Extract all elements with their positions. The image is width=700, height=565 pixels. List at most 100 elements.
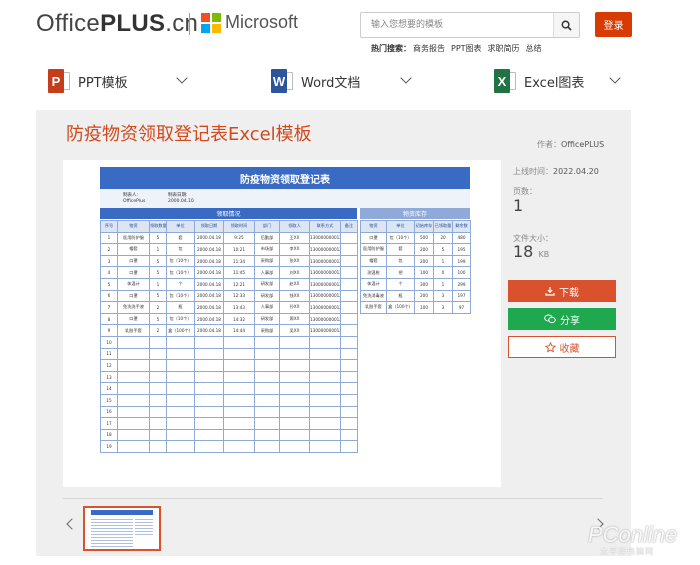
sheet-title: 防疫物资领取登记表 [100, 167, 470, 189]
officeplus-logo[interactable]: OfficePLUS.cn [36, 10, 198, 38]
sheet-info: 制表人: OfficePlus 制表日期: 2000.04.10 [100, 189, 470, 208]
search-button[interactable] [553, 13, 579, 37]
search-input[interactable] [361, 13, 554, 37]
table-cell: 钱XX [279, 289, 310, 303]
table-cell: 包 [386, 254, 415, 268]
table-cell [279, 359, 310, 372]
table-cell: 免洗消毒液 [360, 289, 387, 303]
table-cell [149, 428, 167, 442]
table-row: 15 [100, 393, 358, 407]
table-cell [149, 417, 167, 430]
table-cell [340, 370, 358, 384]
table-cell [279, 335, 310, 349]
table-cell: 吴XX [279, 324, 310, 337]
table-cell: 帽套 [360, 254, 387, 268]
table-row: 2帽套1包2000.04.1810:21市场部李XX13000000001235 [100, 243, 358, 256]
table-cell: 6 [100, 289, 118, 303]
table-cell [194, 393, 224, 407]
hot-search-item[interactable]: 总结 [526, 44, 542, 53]
table-row: 5体温计1个2000.04.1812:21研发部赵XX1300000000123… [100, 277, 358, 291]
table-row: 19 [100, 440, 358, 453]
table-header-cell: 物资 [117, 220, 150, 233]
table-cell [340, 266, 358, 279]
table-cell: 把 [386, 266, 415, 279]
favorite-button[interactable]: 收藏 [508, 336, 616, 358]
preview-thumbnail[interactable] [83, 506, 161, 551]
hot-search-item[interactable]: 求职简历 [488, 44, 520, 53]
table-cell [309, 428, 341, 442]
download-label: 下载 [559, 287, 579, 299]
table-cell: 5 [149, 266, 167, 279]
chevron-down-icon[interactable] [176, 72, 188, 84]
table-cell [340, 289, 358, 303]
table-cell [340, 347, 358, 361]
table-cell [309, 382, 341, 395]
table-cell: 口罩 [117, 289, 150, 303]
table-cell [340, 312, 358, 326]
table-cell [149, 440, 167, 453]
table-cell [149, 393, 167, 407]
chevron-down-icon[interactable] [609, 72, 621, 84]
table-cell: 周XX [279, 312, 310, 326]
table-cell: 5 [149, 254, 167, 268]
table-cell: 免洗洗手液 [117, 301, 150, 314]
publish-date: 上线时间：2022.04.20 [513, 159, 599, 178]
table-cell [254, 405, 280, 419]
table-cell [223, 428, 255, 442]
table-cell [279, 417, 310, 430]
table-cell [309, 347, 341, 361]
table-cell [309, 359, 341, 372]
nav-ppt-templates[interactable]: P PPT模板 [48, 65, 128, 97]
microsoft-logo-icon [201, 13, 221, 33]
table-cell [194, 440, 224, 453]
hot-search-item[interactable]: 商务报告 [413, 44, 445, 53]
table-cell: 8 [100, 312, 118, 326]
table-cell: 97 [452, 301, 471, 314]
chevron-down-icon[interactable] [400, 72, 412, 84]
table-row: 16 [100, 405, 358, 419]
search-box [360, 12, 580, 38]
table-cell [309, 370, 341, 384]
table-cell: 赵XX [279, 277, 310, 291]
table-cell [340, 393, 358, 407]
table-row: 帽套包 200 1 199 [360, 254, 471, 268]
table-cell: 199 [452, 254, 471, 268]
table-cell: 100 [414, 301, 434, 314]
table-cell [117, 370, 150, 384]
download-button[interactable]: 下载 [508, 280, 616, 302]
nav-excel-charts[interactable]: X Excel图表 [494, 65, 584, 97]
table-cell: 口罩 [360, 231, 387, 245]
table-cell [223, 347, 255, 361]
table-cell [279, 393, 310, 407]
table-cell [223, 405, 255, 419]
table-cell: 2 [100, 243, 118, 256]
table-header-cell: 单位 [166, 220, 195, 233]
table-row: 14 [100, 382, 358, 395]
table-row: 7 免洗洗手液 2 瓶 2000.04.18 13:43 人事部 孙XX 13000000001… [100, 301, 358, 314]
share-button[interactable]: 分享 [508, 308, 616, 330]
nav-label: PPT模板 [78, 75, 128, 91]
hot-search-item[interactable]: PPT图表 [451, 44, 482, 53]
table-header-cell: 领取日期 [194, 220, 224, 233]
table-cell: 帽套 [117, 243, 150, 256]
table-cell: 9:25 [223, 231, 255, 245]
table-cell: 2000.04.18 [194, 231, 224, 245]
table-cell: 1 [149, 243, 167, 256]
table-cell: 13000000001240 [309, 301, 341, 314]
table-cell: 15 [100, 393, 118, 407]
table-row: 13 [100, 370, 358, 384]
site-header: OfficePLUS.cn Microsoft 登录 热门搜索：商务报告 PPT图… [0, 0, 700, 58]
table-cell: 1 [433, 277, 453, 291]
table-cell: 个 [386, 277, 415, 291]
table-cell: 14 [100, 382, 118, 395]
table-cell [340, 335, 358, 349]
table-cell: 包（10个） [166, 289, 195, 303]
sheet-section-right: 物资库存 [360, 208, 470, 219]
login-button[interactable]: 登录 [595, 12, 632, 37]
table-cell [340, 243, 358, 256]
table-cell: 200 [414, 289, 434, 303]
table-cell: 17 [100, 417, 118, 430]
author-name[interactable]: OfficePLUS [561, 140, 604, 149]
nav-word-docs[interactable]: W Word文档 [271, 65, 360, 97]
table-cell: 195 [452, 243, 471, 256]
